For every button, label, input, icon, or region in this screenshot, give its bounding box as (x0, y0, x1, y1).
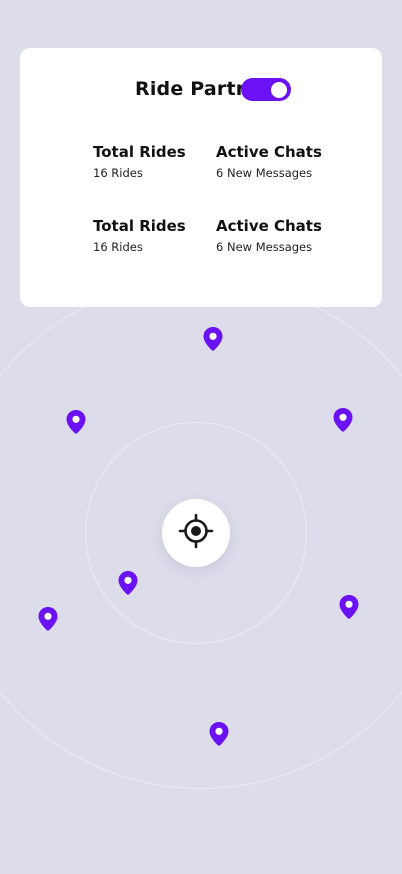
toggle-knob (271, 81, 287, 98)
map-pin-icon[interactable] (208, 721, 230, 747)
map-pin-icon[interactable] (202, 326, 224, 352)
stat-total-rides: Total Rides 16 Rides (93, 216, 186, 254)
stat-label: Total Rides (93, 217, 186, 235)
stat-value: 6 New Messages (216, 166, 313, 180)
stat-total-rides: Total Rides 16 Rides (93, 142, 186, 180)
ride-partner-toggle[interactable] (241, 78, 291, 101)
map-screen: Ride Partner Total Rides 16 Rides Active… (0, 0, 402, 874)
stat-value: 6 New Messages (216, 240, 313, 254)
stat-value: 16 Rides (93, 240, 143, 254)
map-pin-icon[interactable] (332, 407, 354, 433)
stat-active-chats: Active Chats 6 New Messages (216, 142, 322, 180)
ride-partner-card: Ride Partner Total Rides 16 Rides Active… (20, 48, 382, 307)
map-pin-icon[interactable] (37, 606, 59, 632)
map-pin-icon[interactable] (338, 594, 360, 620)
map-pin-icon[interactable] (117, 570, 139, 596)
stat-value: 16 Rides (93, 166, 143, 180)
stat-label: Active Chats (216, 217, 322, 235)
crosshair-locate-icon (178, 513, 214, 553)
stat-active-chats: Active Chats 6 New Messages (216, 216, 322, 254)
locate-me-button[interactable] (162, 499, 230, 567)
stat-label: Total Rides (93, 143, 186, 161)
stat-label: Active Chats (216, 143, 322, 161)
map-pin-icon[interactable] (65, 409, 87, 435)
